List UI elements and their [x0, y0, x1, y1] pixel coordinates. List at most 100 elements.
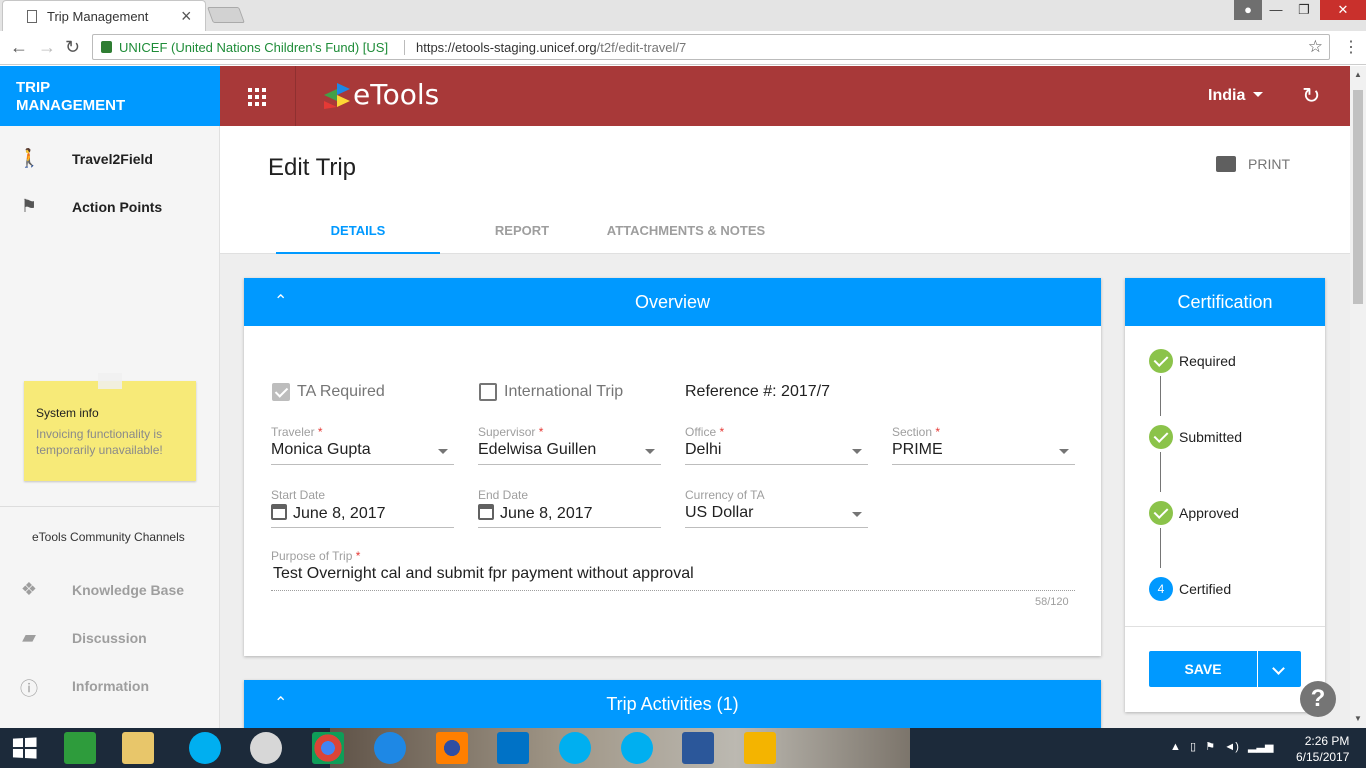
page-scrollbar[interactable]: ▲ ▼: [1350, 66, 1366, 728]
refresh-icon[interactable]: ↻: [1302, 83, 1320, 109]
browser-tab-title: Trip Management: [47, 9, 149, 24]
traveler-value: Monica Gupta: [271, 441, 371, 458]
file-explorer-icon[interactable]: [122, 732, 154, 764]
calendar-icon[interactable]: [271, 504, 287, 520]
sidebar-item-label: Knowledge Base: [72, 582, 185, 598]
sidebar-item-discussion[interactable]: ▰ Discussion: [0, 618, 219, 658]
community-title: eTools Community Channels: [32, 530, 185, 544]
currency-field[interactable]: Currency of TA US Dollar: [685, 488, 868, 528]
traveler-label: Traveler *: [271, 425, 323, 439]
store-icon[interactable]: [64, 732, 96, 764]
chrome-icon[interactable]: [312, 732, 344, 764]
browser-tabstrip: Trip Management × ● — ❐ ✕: [0, 0, 1366, 31]
header-separator: [295, 66, 296, 126]
close-tab-icon[interactable]: ×: [181, 6, 192, 27]
taskbar-wallpaper: [330, 728, 910, 768]
skype-icon[interactable]: [189, 732, 221, 764]
step-label: Submitted: [1179, 429, 1243, 445]
save-options-chevron-icon[interactable]: [1258, 651, 1301, 687]
sidebar-item-knowledge-base[interactable]: ❖ Knowledge Base: [0, 570, 219, 610]
overview-title: Overview: [634, 292, 710, 312]
office-field[interactable]: Office * Delhi: [685, 425, 868, 465]
dropdown-arrow-icon: [1059, 449, 1069, 454]
etools-logo-icon: [324, 83, 350, 109]
supervisor-label: Supervisor *: [478, 425, 544, 439]
overview-header[interactable]: ⌃ Overview: [244, 278, 1101, 326]
taskbar-clock[interactable]: 2:26 PM 6/15/2017: [1296, 733, 1349, 765]
bookmark-star-icon[interactable]: ☆: [1308, 37, 1323, 57]
international-trip-checkbox[interactable]: [479, 383, 497, 401]
sidebar-item-action-points[interactable]: ⚑ Action Points: [0, 187, 219, 227]
skype-alt-icon[interactable]: [621, 732, 653, 764]
firefox-icon[interactable]: [436, 732, 468, 764]
end-date-label: End Date: [478, 488, 529, 502]
supervisor-field[interactable]: Supervisor * Edelwisa Guillen: [478, 425, 661, 465]
sidebar-item-information[interactable]: ⓘ Information: [0, 666, 219, 706]
country-label: India: [1208, 87, 1246, 104]
dropdown-arrow-icon: [852, 449, 862, 454]
traveler-field[interactable]: Traveler * Monica Gupta: [271, 425, 454, 465]
forum-icon: ▰: [22, 627, 36, 647]
chevron-up-icon[interactable]: ⌃: [274, 278, 287, 326]
apps-grid-icon[interactable]: [248, 88, 266, 106]
url-host: https://etools-staging.unicef.org: [416, 40, 597, 55]
country-selector[interactable]: India: [1208, 87, 1264, 105]
outlook-icon[interactable]: [497, 732, 529, 764]
start-date-field[interactable]: Start Date June 8, 2017: [271, 488, 454, 528]
browser-menu-icon[interactable]: ⋮: [1343, 37, 1359, 57]
section-value: PRIME: [892, 441, 943, 458]
user-icon[interactable]: ●: [1234, 0, 1262, 20]
url-text[interactable]: https://etools-staging.unicef.org/t2f/ed…: [416, 40, 686, 55]
sidebar: TRIP MANAGEMENT 🚶 Travel2Field ⚑ Action …: [0, 66, 220, 728]
browser-tab[interactable]: Trip Management ×: [2, 0, 206, 31]
chevron-up-icon[interactable]: ⌃: [274, 680, 287, 728]
tab-attachments-notes[interactable]: ATTACHMENTS & NOTES: [604, 210, 768, 254]
tab-label: ATTACHMENTS & NOTES: [606, 223, 766, 238]
system-info-message: Invoicing functionality is temporarily u…: [36, 427, 163, 457]
system-info-title: System info: [36, 406, 99, 420]
help-button[interactable]: ?: [1300, 681, 1336, 717]
minimize-button[interactable]: —: [1262, 0, 1290, 20]
scroll-down-icon[interactable]: ▼: [1354, 714, 1362, 723]
internet-explorer-icon[interactable]: [374, 732, 406, 764]
dropdown-arrow-icon: [645, 449, 655, 454]
tab-details[interactable]: DETAILS: [276, 210, 440, 254]
end-date-field[interactable]: End Date June 8, 2017: [478, 488, 661, 528]
address-bar[interactable]: UNICEF (United Nations Children's Fund) …: [92, 34, 1330, 60]
new-tab-button[interactable]: [207, 7, 245, 23]
tab-report[interactable]: REPORT: [440, 210, 604, 254]
snipping-tool-icon[interactable]: [250, 732, 282, 764]
trip-activities-header[interactable]: ⌃ Trip Activities (1): [244, 680, 1101, 728]
purpose-field[interactable]: Purpose of Trip * Test Overnight cal and…: [271, 549, 1075, 589]
note-tape: [98, 373, 122, 389]
forward-icon[interactable]: →: [38, 37, 56, 58]
step-approved: Approved: [1149, 501, 1309, 525]
windows-start-icon[interactable]: [12, 737, 37, 759]
info-icon: ⓘ: [20, 679, 38, 699]
step-submitted: Submitted: [1149, 425, 1309, 449]
reload-icon[interactable]: ↻: [65, 37, 80, 58]
calendar-icon[interactable]: [478, 504, 494, 520]
maximize-button[interactable]: ❐: [1290, 0, 1318, 20]
url-path: /t2f/edit-travel/7: [596, 40, 687, 55]
ta-required-checkbox[interactable]: [272, 383, 290, 401]
certification-header: Certification: [1125, 278, 1325, 326]
scrollbar-thumb[interactable]: [1353, 90, 1363, 304]
sticky-notes-icon[interactable]: [744, 732, 776, 764]
scroll-up-icon[interactable]: ▲: [1354, 70, 1362, 79]
tab-label: REPORT: [494, 223, 550, 238]
skype-business-icon[interactable]: [559, 732, 591, 764]
step-required: Required: [1149, 349, 1309, 373]
back-icon[interactable]: ←: [10, 37, 28, 58]
close-window-button[interactable]: ✕: [1320, 0, 1366, 20]
sidebar-item-label: Information: [72, 678, 149, 694]
step-label: Approved: [1179, 505, 1239, 521]
word-icon[interactable]: [682, 732, 714, 764]
save-button[interactable]: SAVE: [1149, 651, 1257, 687]
print-button[interactable]: PRINT: [1216, 156, 1290, 172]
purpose-underline: [271, 590, 1075, 591]
section-field[interactable]: Section * PRIME: [892, 425, 1075, 465]
check-circle-icon: [1149, 425, 1173, 449]
system-tray-icons[interactable]: ▲ ▯ ⚑ ◄) ▂▃▅: [1170, 740, 1273, 753]
sidebar-item-travel2field[interactable]: 🚶 Travel2Field: [0, 139, 219, 179]
